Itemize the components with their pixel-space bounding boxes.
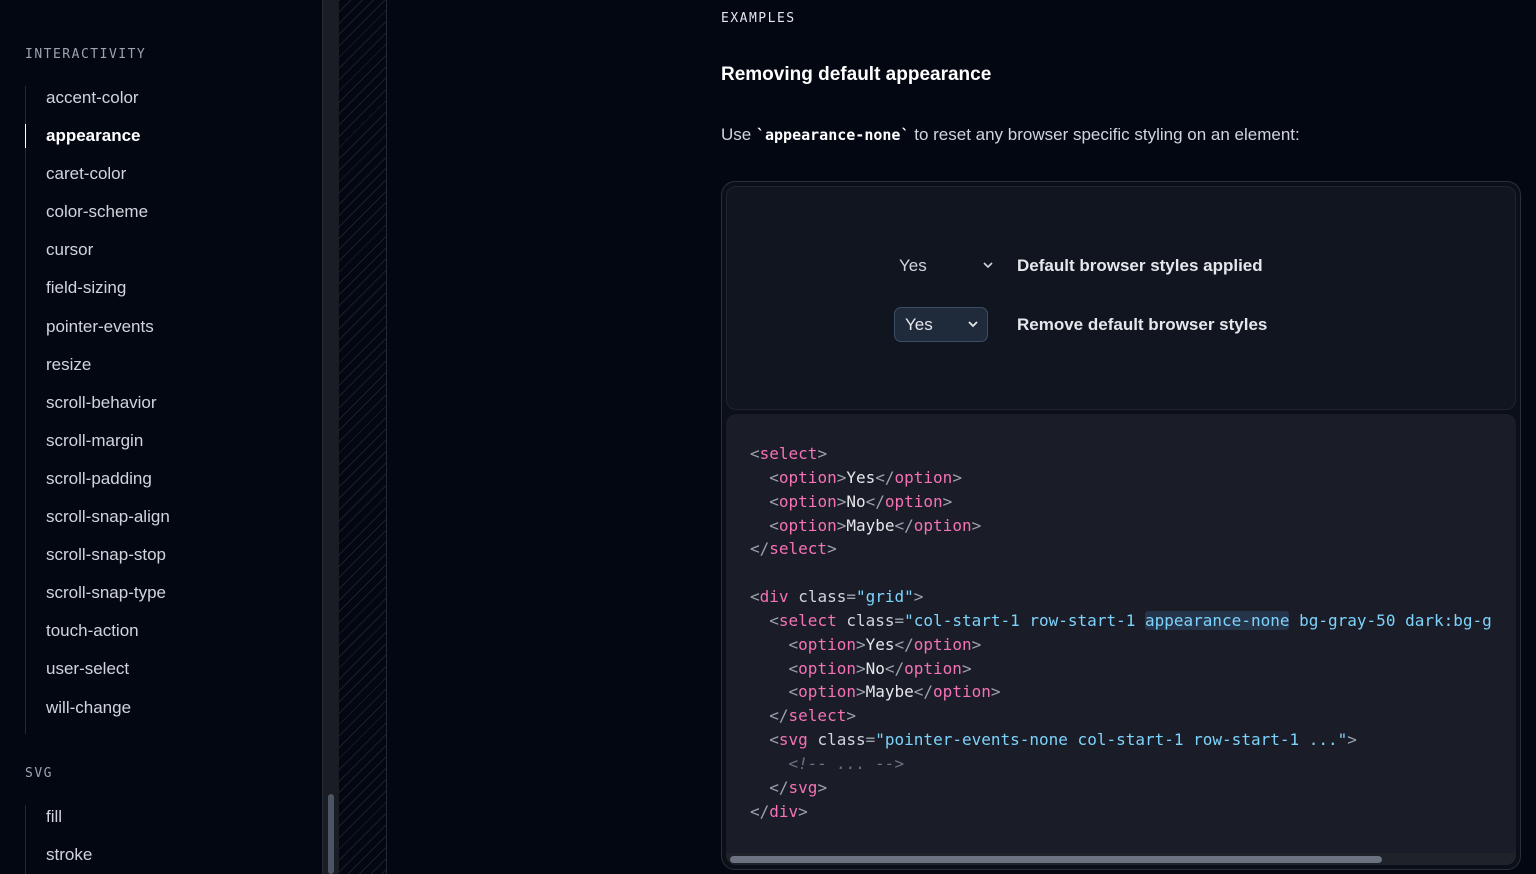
code-panel: <select> <option>Yes</option> <option>No… bbox=[726, 414, 1516, 865]
sidebar-scrollbar-thumb[interactable] bbox=[328, 794, 334, 874]
sidebar-item-touch-action[interactable]: touch-action bbox=[26, 619, 170, 657]
code-horizontal-scrollbar[interactable] bbox=[726, 853, 1516, 865]
sidebar-item-pointer-events[interactable]: pointer-events bbox=[26, 315, 170, 353]
example-card: Yes Default browser styles applied Yes R… bbox=[721, 181, 1521, 870]
styled-select-value: Yes bbox=[905, 315, 933, 334]
sidebar-item-color-scheme[interactable]: color-scheme bbox=[26, 200, 170, 238]
demo-row-styled: Yes Remove default browser styles bbox=[727, 307, 1515, 343]
sidebar-item-scroll-behavior[interactable]: scroll-behavior bbox=[26, 391, 170, 429]
chevron-down-icon bbox=[967, 308, 979, 355]
sidebar-item-stroke[interactable]: stroke bbox=[26, 843, 92, 874]
section-heading-interactivity: INTERACTIVITY bbox=[25, 47, 147, 62]
decorative-hatch-gutter bbox=[339, 0, 387, 874]
sidebar-scrollbar[interactable] bbox=[322, 0, 339, 874]
default-select-value: Yes bbox=[899, 256, 927, 275]
sidebar-item-caret-color[interactable]: caret-color bbox=[26, 162, 170, 200]
sidebar-item-will-change[interactable]: will-change bbox=[26, 696, 170, 734]
sidebar-item-fill[interactable]: fill bbox=[26, 805, 92, 843]
intro-text-after: to reset any browser specific styling on… bbox=[909, 125, 1300, 144]
sidebar-item-cursor[interactable]: cursor bbox=[26, 238, 170, 276]
sidebar-item-user-select[interactable]: user-select bbox=[26, 657, 170, 695]
sidebar-item-resize[interactable]: resize bbox=[26, 353, 170, 391]
sidebar-nav: INTERACTIVITY accent-color appearance care… bbox=[0, 0, 322, 874]
section-eyebrow: EXAMPLES bbox=[721, 11, 796, 26]
default-select[interactable]: Yes bbox=[890, 248, 1000, 284]
example-heading: Removing default appearance bbox=[721, 64, 992, 85]
sidebar-item-scroll-margin[interactable]: scroll-margin bbox=[26, 429, 170, 467]
interactivity-list: accent-color appearance caret-color color-s… bbox=[25, 86, 170, 734]
sidebar-item-field-sizing[interactable]: field-sizing bbox=[26, 276, 170, 314]
sidebar-item-scroll-snap-type[interactable]: scroll-snap-type bbox=[26, 581, 170, 619]
demo-row-default: Yes Default browser styles applied bbox=[727, 248, 1515, 284]
intro-code: `appearance-none` bbox=[755, 126, 910, 144]
default-select-label: Default browser styles applied bbox=[1017, 256, 1263, 275]
section-heading-svg: SVG bbox=[25, 766, 53, 781]
intro-text: Use `appearance-none` to reset any brows… bbox=[721, 125, 1300, 145]
styled-select[interactable]: Yes bbox=[894, 307, 988, 342]
code-block[interactable]: <select> <option>Yes</option> <option>No… bbox=[750, 442, 1492, 824]
sidebar-item-appearance[interactable]: appearance bbox=[25, 124, 170, 162]
svg-list: fill stroke bbox=[25, 805, 92, 874]
code-scrollbar-thumb[interactable] bbox=[730, 856, 1382, 863]
sidebar-item-scroll-snap-stop[interactable]: scroll-snap-stop bbox=[26, 543, 170, 581]
intro-text-before: Use bbox=[721, 125, 756, 144]
sidebar-item-scroll-snap-align[interactable]: scroll-snap-align bbox=[26, 505, 170, 543]
styled-select-label: Remove default browser styles bbox=[1017, 315, 1268, 334]
sidebar-item-accent-color[interactable]: accent-color bbox=[26, 86, 170, 124]
chevron-down-icon bbox=[982, 248, 994, 298]
example-preview: Yes Default browser styles applied Yes R… bbox=[726, 186, 1516, 410]
sidebar-item-scroll-padding[interactable]: scroll-padding bbox=[26, 467, 170, 505]
